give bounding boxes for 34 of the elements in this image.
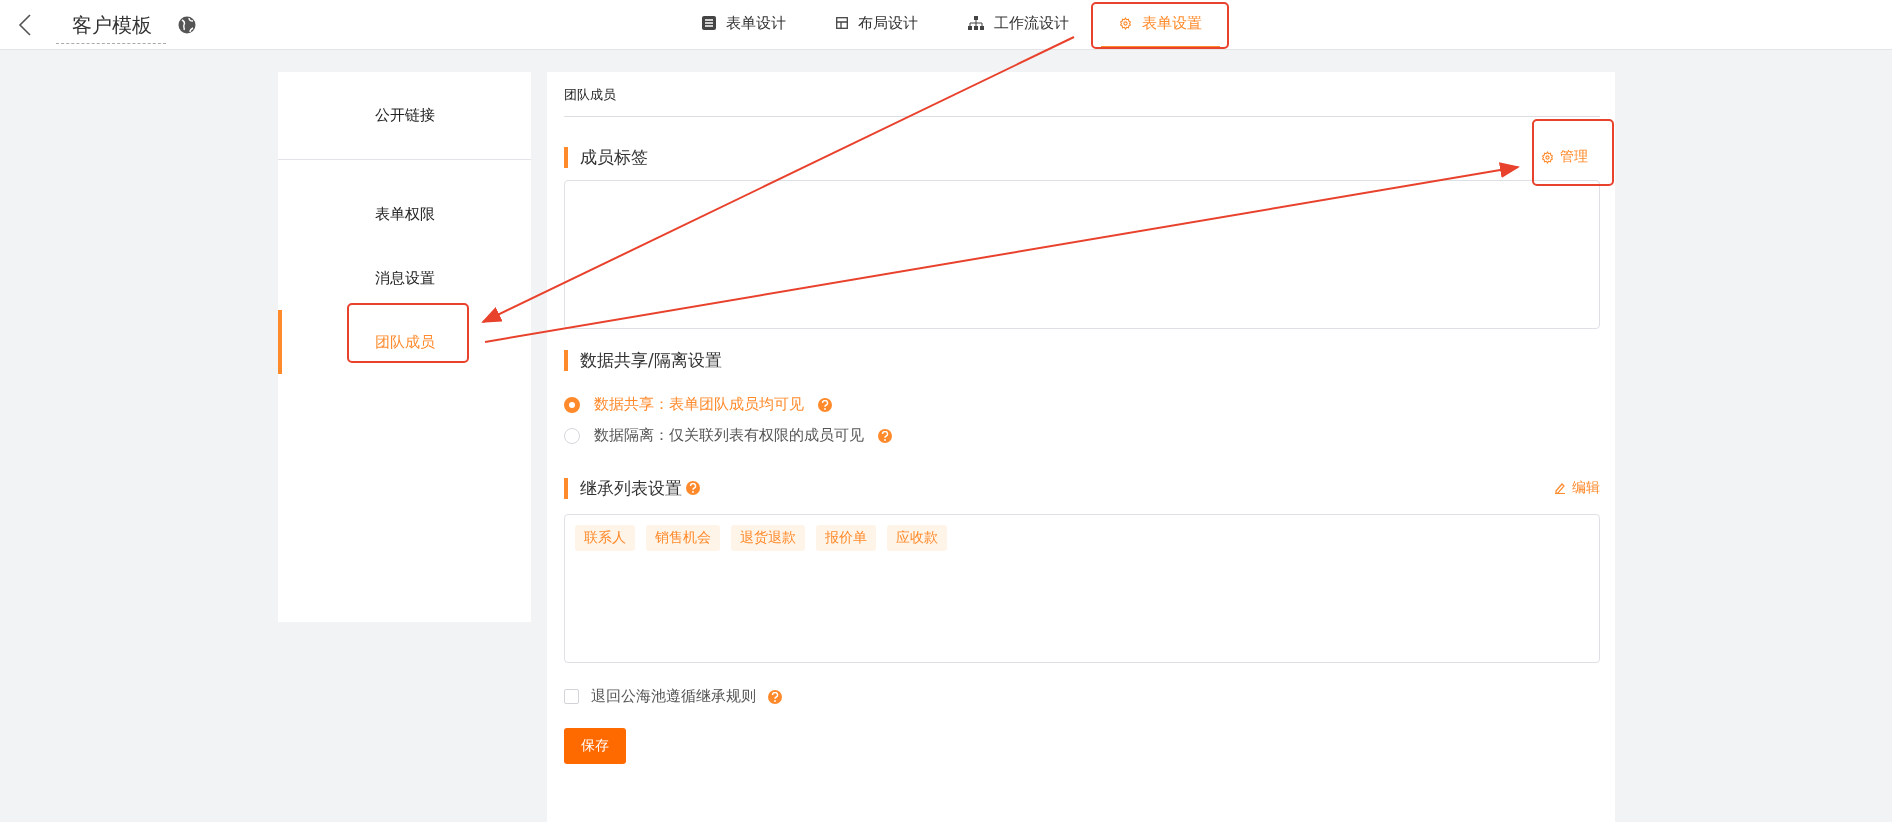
globe-icon[interactable] xyxy=(178,15,196,34)
radio-button[interactable] xyxy=(564,396,580,413)
radio-label: 数据隔离：仅关联列表有权限的成员可见 xyxy=(594,426,864,445)
form-icon xyxy=(702,16,716,30)
sidebar-item[interactable]: 表单权限 xyxy=(278,182,531,246)
nav-tab[interactable]: 工作流设计 xyxy=(950,0,1087,49)
gear-icon xyxy=(1119,16,1132,30)
checkbox-label: 退回公海池遵循继承规则 xyxy=(591,687,756,706)
list-tag: 退货退款 xyxy=(731,525,805,551)
help-icon xyxy=(768,689,782,704)
checkbox[interactable] xyxy=(564,689,579,704)
section-heading: 成员标签 xyxy=(564,146,648,168)
sidebar-item[interactable]: 公开链接 xyxy=(370,83,439,148)
help-icon xyxy=(818,397,832,412)
sidebar-item[interactable]: 消息设置 xyxy=(278,246,531,310)
gear-icon xyxy=(1541,150,1554,164)
radio-button[interactable] xyxy=(564,427,580,444)
help-icon xyxy=(878,428,892,443)
layout-icon xyxy=(836,17,848,29)
list-tag: 报价单 xyxy=(816,525,876,551)
section-heading: 继承列表设置 xyxy=(580,477,682,499)
list-tag: 销售机会 xyxy=(646,525,720,551)
help-icon xyxy=(686,481,700,495)
list-tag: 联系人 xyxy=(575,525,635,551)
pencil-icon xyxy=(1554,482,1566,494)
list-tag: 应收款 xyxy=(887,525,947,551)
panel-title: 团队成员 xyxy=(564,72,1600,117)
hierarchy-icon xyxy=(968,16,984,30)
back-icon[interactable] xyxy=(18,13,32,36)
nav-tab[interactable]: 布局设计 xyxy=(818,0,936,49)
nav-tab[interactable]: 表单设计 xyxy=(684,0,804,49)
radio-label: 数据共享：表单团队成员均可见 xyxy=(594,395,804,414)
section-heading: 数据共享/隔离设置 xyxy=(564,349,722,371)
form-title[interactable]: 客户模板 xyxy=(56,11,166,44)
